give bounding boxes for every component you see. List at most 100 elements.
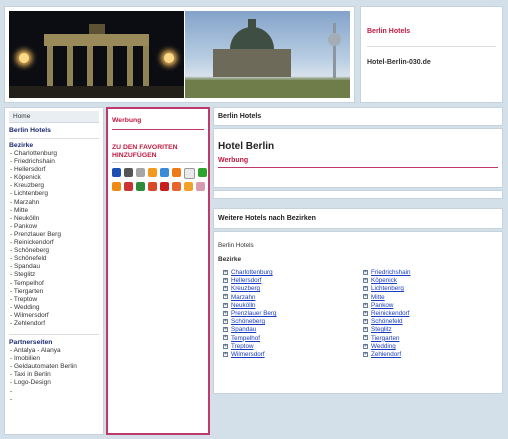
expand-plus-icon[interactable]: + [223,269,228,275]
oneview-icon[interactable] [124,182,133,191]
district-link[interactable]: Wedding [371,343,396,350]
seoigg-icon[interactable] [172,182,181,191]
header-banner [4,6,355,103]
district-link[interactable]: Schöneberg [231,318,265,325]
nav-item[interactable]: Charlottenburg [9,150,99,158]
tausendreporter-icon[interactable] [160,182,169,191]
expand-plus-icon[interactable]: + [363,351,368,357]
expand-plus-icon[interactable]: + [363,335,368,341]
district-link[interactable]: Zehlendorf [371,351,401,358]
expand-plus-icon[interactable]: + [363,294,368,300]
district-link[interactable]: Tiergarten [371,335,399,342]
newsvine-icon[interactable] [184,182,193,191]
bookmark-page-icon[interactable] [184,168,195,179]
district-link[interactable]: Spandau [231,326,256,333]
nav-item[interactable]: Tiergarten [9,288,99,296]
district-link[interactable]: Reinickendorf [371,310,410,317]
nav-item[interactable]: Köpenick [9,174,99,182]
expand-plus-icon[interactable]: + [223,335,228,341]
nav-home-link[interactable]: Home [9,111,99,123]
districts-hotels-label: Berlin Hotels [218,242,254,249]
district-link[interactable]: Tempelhof [231,335,260,342]
district-link[interactable]: Prenzlauer Berg [231,310,277,317]
expand-plus-icon[interactable]: + [363,310,368,316]
district-link[interactable]: Steglitz [371,326,392,333]
district-link[interactable]: Marzahn [231,294,256,301]
bookmark-icons [112,168,207,191]
nav-berlin-hotels[interactable]: Berlin Hotels [9,127,99,134]
nav-item[interactable]: Marzahn [9,199,99,207]
nav-item[interactable]: Taxi in Berlin [9,371,99,379]
nav-item[interactable] [9,396,99,404]
expand-plus-icon[interactable]: + [363,302,368,308]
webnews-icon[interactable] [160,168,169,177]
expand-plus-icon[interactable]: + [223,319,228,325]
nav-item[interactable]: Friedrichshain [9,158,99,166]
readster-icon[interactable] [148,182,157,191]
nav-item[interactable]: Hellersdorf [9,166,99,174]
mister-wong-icon[interactable] [136,168,145,177]
nav-item[interactable]: Reinickendorf [9,239,99,247]
district-link[interactable]: Schönefeld [371,318,403,325]
expand-plus-icon[interactable]: + [363,269,368,275]
nav-item[interactable]: Zehlendorf [9,320,99,328]
expand-plus-icon[interactable]: + [223,310,228,316]
expand-plus-icon[interactable]: + [363,327,368,333]
linkarena-icon[interactable] [172,168,181,177]
nav-item[interactable]: Spandau [9,263,99,271]
district-link[interactable]: Neukölln [231,302,256,309]
yigg-icon[interactable] [148,168,157,177]
expand-plus-icon[interactable]: + [223,286,228,292]
nav-item[interactable]: Wilmersdorf [9,312,99,320]
district-link[interactable]: Lichtenberg [371,285,404,292]
nav-item[interactable]: Tempelhof [9,280,99,288]
nav-item[interactable]: Pankow [9,223,99,231]
nav-item[interactable]: Kreuzberg [9,182,99,190]
nav-item[interactable]: Logo-Design [9,379,99,387]
district-link[interactable]: Wilmersdorf [231,351,265,358]
expand-plus-icon[interactable]: + [363,319,368,325]
expand-plus-icon[interactable]: + [363,343,368,349]
expand-plus-icon[interactable]: + [223,294,228,300]
digg-icon[interactable] [124,168,133,177]
expand-plus-icon[interactable]: + [363,278,368,284]
technorati-icon[interactable] [136,182,145,191]
district-link[interactable]: Pankow [371,302,393,309]
linksilo-icon[interactable] [196,182,205,191]
district-link[interactable]: Friedrichshain [371,269,411,276]
district-link[interactable]: Treptow [231,343,254,350]
folkd-icon[interactable] [198,168,207,177]
nav-item[interactable]: Geldautomaten Berlin [9,363,99,371]
district-link[interactable]: Mitte [371,294,385,301]
district-item: + Zehlendorf [358,351,498,359]
nav-item[interactable]: Prenzlauer Berg [9,231,99,239]
delicious-icon[interactable] [112,168,121,177]
nav-item[interactable] [9,388,99,396]
expand-plus-icon[interactable]: + [223,327,228,333]
district-link[interactable]: Charlottenburg [231,269,273,276]
expand-plus-icon[interactable]: + [363,286,368,292]
expand-plus-icon[interactable]: + [223,343,228,349]
district-item: + Steglitz [358,326,498,334]
nav-item[interactable]: Lichtenberg [9,190,99,198]
nav-item[interactable]: Mitte [9,207,99,215]
expand-plus-icon[interactable]: + [223,278,228,284]
nav-item[interactable]: Schönefeld [9,255,99,263]
nav-item[interactable]: Treptow [9,296,99,304]
district-item: + Köpenick [358,277,498,285]
stumble-icon[interactable] [112,182,121,191]
nav-item[interactable]: Schöneberg [9,247,99,255]
district-link[interactable]: Hellersdorf [231,277,261,284]
district-link[interactable]: Kreuzberg [231,285,260,292]
district-link[interactable]: Köpenick [371,277,397,284]
add-to-favorites-heading: ZU DEN FAVORITEN HINZUFÜGEN [112,144,204,163]
expand-plus-icon[interactable]: + [223,351,228,357]
expand-plus-icon[interactable]: + [223,302,228,308]
nav-item[interactable]: Neukölln [9,215,99,223]
site-domain: Hotel-Berlin-030.de [367,59,431,66]
nav-item[interactable]: Imobilien [9,355,99,363]
nav-item[interactable]: Steglitz [9,271,99,279]
nav-item[interactable]: Wedding [9,304,99,312]
nav-item[interactable]: Antalya - Alanya [9,347,99,355]
content-spacer-box [213,190,503,199]
